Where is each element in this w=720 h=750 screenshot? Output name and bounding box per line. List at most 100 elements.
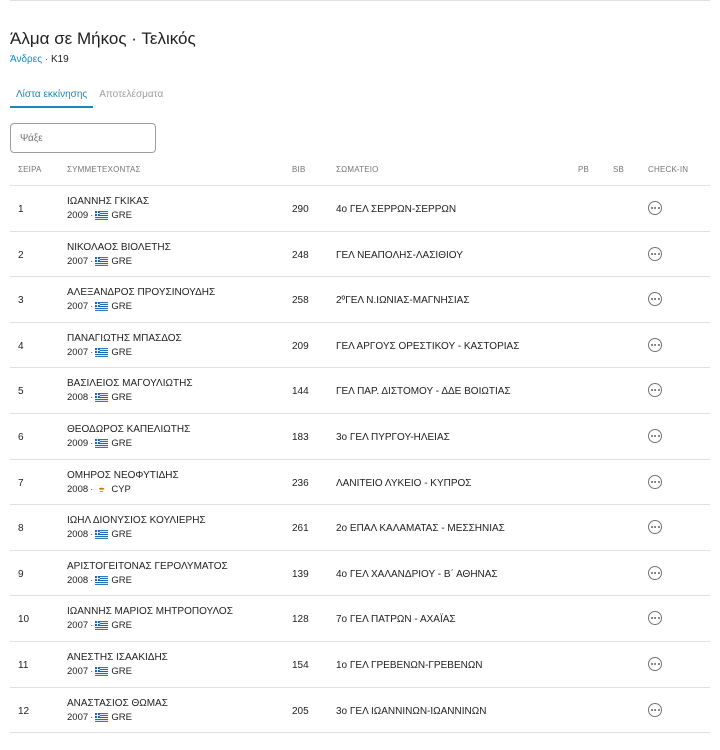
more-horizontal-circle-icon[interactable] [648, 383, 662, 398]
athlete-name: ΒΑΣΙΛΕΙΟΣ ΜΑΓΟΥΛΙΩΤΗΣ [67, 378, 193, 390]
meta-separator: · [90, 711, 94, 723]
more-horizontal-circle-icon[interactable] [648, 520, 662, 535]
athlete-meta: 2008 · GRE [67, 529, 132, 540]
athlete-name: ΝΙΚΟΛΑΟΣ ΒΙΟΛΕΤΗΣ [67, 241, 171, 253]
athlete-meta: 2007 · GRE [67, 347, 132, 358]
row-order: 5 [18, 386, 24, 398]
country-code: GRE [111, 392, 132, 404]
athlete-name: ΑΡΙΣΤΟΓΕΙΤΟΝΑΣ ΓΕΡΟΛΥΜΑΤΟΣ [67, 560, 228, 572]
club-name: 2ο ΕΠΑΛ ΚΑΛΑΜΑΤΑΣ - ΜΕΣΣΗΝΙΑΣ [336, 523, 505, 535]
birth-year: 2009 [67, 210, 89, 221]
athlete-meta: 2007 · GRE [67, 301, 132, 312]
row-order: 4 [18, 340, 24, 352]
col-checkin[interactable]: CHECK-IN [648, 165, 688, 174]
table-row[interactable]: 4 ΠΑΝΑΓΙΩΤΗΣ ΜΠΑΣΔΟΣ 2007 · GRE 209 ΓΕΛ ΑΡΓΟΥΣ… [10, 323, 710, 369]
birth-year: 2008 [67, 392, 89, 404]
more-horizontal-circle-icon[interactable] [648, 611, 662, 626]
country-code: GRE [111, 346, 132, 358]
country-code: GRE [111, 437, 132, 449]
bib-number: 236 [292, 477, 309, 489]
col-sb[interactable]: SB [613, 165, 624, 174]
athlete-name: ΑΝΕΣΤΗΣ ΙΣΑΑΚΙΔΗΣ [67, 651, 168, 663]
country-code: GRE [111, 665, 132, 677]
bib-number: 205 [292, 705, 309, 717]
more-horizontal-circle-icon[interactable] [648, 656, 662, 671]
club-name: ΛΑΝΙΤΕΙΟ ΛΥΚΕΙΟ - ΚΥΠΡΟΣ [336, 477, 472, 489]
col-order[interactable]: ΣΕΙΡΑ [18, 165, 42, 174]
more-horizontal-circle-icon[interactable] [648, 428, 662, 443]
club-name: 1ο ΓΕΛ ΓΡΕΒΕΝΩΝ-ΓΡΕΒΕΝΩΝ [336, 659, 483, 671]
greece-flag-icon [95, 621, 109, 631]
table-row[interactable]: 2 ΝΙΚΟΛΑΟΣ ΒΙΟΛΕΤΗΣ 2007 · GRE 248 ΓΕΛ ΝΕΑΠΟΛΗ… [10, 232, 710, 278]
greece-flag-icon [95, 393, 109, 403]
more-horizontal-circle-icon[interactable] [648, 337, 662, 352]
athlete-meta: 2007 · GRE [67, 256, 132, 267]
row-order: 11 [18, 659, 29, 671]
greece-flag-icon [95, 667, 109, 676]
country-code: GRE [111, 255, 132, 267]
col-pb[interactable]: PB [578, 165, 589, 174]
athlete-meta: 2007 · GRE [67, 712, 132, 723]
bib-number: 139 [292, 568, 309, 580]
greece-flag-icon [95, 530, 109, 539]
greece-flag-icon [95, 302, 109, 312]
bib-number: 290 [292, 204, 309, 215]
col-athlete[interactable]: ΣΥΜΜΕΤΕΧΟΝΤΑΣ [67, 165, 141, 174]
bib-number: 128 [292, 614, 309, 626]
table-header: ΣΕΙΡΑ ΣΥΜΜΕΤΕΧΟΝΤΑΣ BIB ΣΩΜΑΤΕΙΟ PB SB C… [10, 160, 710, 186]
table-row[interactable]: 1 ΙΩΑΝΝΗΣ ΓΚΙΚΑΣ 2009 · GRE 290 4ο ΓΕΛ ΣΕΡΡΩΝ-… [10, 186, 710, 232]
club-name: ΓΕΛ ΝΕΑΠΟΛΗΣ-ΛΑΣΙΘΙΟΥ [336, 249, 463, 261]
row-order: 3 [18, 295, 24, 307]
club-name: 2ºΓΕΛ Ν.ΙΩΝΙΑΣ-ΜΑΓΝΗΣΙΑΣ [336, 295, 470, 307]
athlete-meta: 2008 · GRE [67, 575, 132, 586]
cyprus-flag-icon [95, 484, 109, 494]
more-horizontal-circle-icon[interactable] [648, 702, 662, 717]
birth-year: 2007 [67, 620, 89, 632]
more-horizontal-circle-icon[interactable] [648, 201, 662, 215]
table-row[interactable]: 9 ΑΡΙΣΤΟΓΕΙΤΟΝΑΣ ΓΕΡΟΛΥΜΑΤΟΣ 2008 · GRE 139 4ο… [10, 551, 710, 597]
birth-year: 2007 [67, 346, 89, 358]
bib-number: 144 [292, 386, 309, 398]
row-order: 8 [18, 523, 24, 535]
country-code: GRE [111, 711, 132, 723]
search-input[interactable] [11, 124, 155, 152]
country-code: GRE [111, 574, 132, 586]
table-row[interactable]: 12 ΑΝΑΣΤΑΣΙΟΣ ΘΩΜΑΣ 2007 · GRE 205 3ο ΓΕΛ ΙΩΑΝ… [10, 688, 710, 734]
meta-separator: · [90, 210, 94, 221]
gender-link[interactable]: Άνδρες [10, 54, 42, 65]
birth-year: 2007 [67, 255, 89, 267]
athlete-meta: 2009 · GRE [67, 210, 132, 221]
meta-separator: · [90, 437, 94, 449]
table-row[interactable]: 10 ΙΩΑΝΝΗΣ ΜΑΡΙΟΣ ΜΗΤΡΟΠΟΥΛΟΣ 2007 · GRE 128 7… [10, 596, 710, 642]
athlete-meta: 2009 · GRE [67, 438, 132, 449]
athlete-meta: 2008 · GRE [67, 392, 132, 403]
club-name: 4ο ΓΕΛ ΧΑΛΑΝΔΡΙΟΥ - Β΄ ΑΘΗΝΑΣ [336, 568, 498, 580]
athlete-name: ΑΛΕΞΑΝΔΡΟΣ ΠΡΟΥΣΙΝΟΥΔΗΣ [67, 287, 216, 299]
table-row[interactable]: 5 ΒΑΣΙΛΕΙΟΣ ΜΑΓΟΥΛΙΩΤΗΣ 2008 · GRE 144 ΓΕΛ ΠΑΡ… [10, 368, 710, 414]
more-horizontal-circle-icon[interactable] [648, 565, 662, 580]
table-row[interactable]: 11 ΑΝΕΣΤΗΣ ΙΣΑΑΚΙΔΗΣ 2007 · GRE 154 1ο ΓΕΛ ΓΡΕ… [10, 642, 710, 688]
greece-flag-icon [95, 439, 109, 448]
birth-year: 2008 [67, 574, 89, 586]
tab-start-list[interactable]: Λίστα εκκίνησης [10, 80, 94, 108]
col-club[interactable]: ΣΩΜΑΤΕΙΟ [336, 165, 379, 174]
more-horizontal-circle-icon[interactable] [648, 292, 662, 307]
table-row[interactable]: 7 ΟΜΗΡΟΣ ΝΕΟΦΥΤΙΔΗΣ 2008 · CYP 236 ΛΑΝΙΤΕΙΟ ΛΥ… [10, 460, 710, 506]
row-order: 2 [18, 249, 24, 261]
more-horizontal-circle-icon[interactable] [648, 246, 662, 261]
table-row[interactable]: 8 ΙΩΗΛ ΔΙΟΝΥΣΙΟΣ ΚΟΥΛΙΕΡΗΣ 2008 · GRE 261 2ο Ε… [10, 505, 710, 551]
col-bib[interactable]: BIB [292, 165, 306, 174]
bib-number: 261 [292, 523, 309, 535]
search-box[interactable] [10, 123, 156, 153]
athlete-meta: 2007 · GRE [67, 666, 132, 677]
greece-flag-icon [95, 575, 109, 585]
tab-results[interactable]: Αποτελέσματα [93, 80, 169, 108]
club-name: ΓΕΛ ΑΡΓΟΥΣ ΟΡΕΣΤΙΚΟΥ - ΚΑΣΤΟΡΙΑΣ [336, 340, 520, 352]
table-row[interactable]: 6 ΘΕΟΔΩΡΟΣ ΚΑΠΕΛΙΩΤΗΣ 2009 · GRE 183 3ο ΓΕΛ ΠΥ… [10, 414, 710, 460]
top-divider [10, 0, 710, 1]
athlete-name: ΙΩΑΝΝΗΣ ΜΑΡΙΟΣ ΜΗΤΡΟΠΟΥΛΟΣ [67, 606, 233, 618]
table-row[interactable]: 3 ΑΛΕΞΑΝΔΡΟΣ ΠΡΟΥΣΙΝΟΥΔΗΣ 2007 · GRE 258 2ºΓΕΛ… [10, 277, 710, 323]
more-horizontal-circle-icon[interactable] [648, 474, 662, 489]
club-name: 3ο ΓΕΛ ΙΩΑΝΝΙΝΩΝ-ΙΩΑΝΝΙΝΩΝ [336, 705, 487, 717]
birth-year: 2009 [67, 437, 89, 449]
